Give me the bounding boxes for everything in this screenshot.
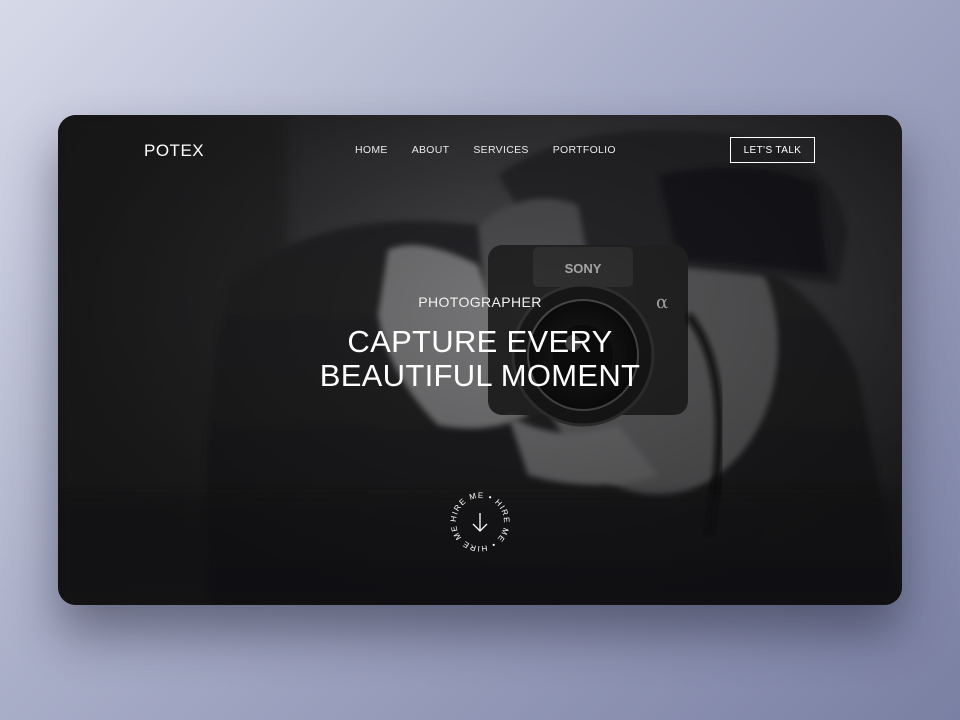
hire-me-ring-text: HIRE ME • HIRE ME • HIRE ME •	[445, 487, 510, 553]
hero-eyebrow: PHOTOGRAPHER	[418, 294, 542, 310]
hero-headline: CAPTURE EVERY BEAUTIFUL MOMENT	[58, 325, 902, 393]
headline-line-1: CAPTURE EVERY	[347, 324, 613, 359]
arrow-down-icon	[472, 513, 488, 532]
nav-item-services[interactable]: SERVICES	[473, 144, 528, 156]
svg-text:HIRE ME • HIRE ME • HIRE ME •: HIRE ME • HIRE ME • HIRE ME •	[445, 487, 511, 553]
nav-item-home[interactable]: HOME	[355, 144, 388, 156]
brand-logo[interactable]: POTEX	[144, 141, 204, 161]
lets-talk-button[interactable]: LET'S TALK	[730, 137, 815, 163]
nav-item-about[interactable]: ABOUT	[412, 144, 450, 156]
nav-item-portfolio[interactable]: PORTFOLIO	[553, 144, 616, 156]
top-nav: POTEX HOME ABOUT SERVICES PORTFOLIO LET'…	[58, 137, 902, 165]
hire-me-badge[interactable]: HIRE ME • HIRE ME • HIRE ME •	[445, 487, 515, 557]
headline-line-2: BEAUTIFUL MOMENT	[319, 358, 641, 393]
nav-menu: HOME ABOUT SERVICES PORTFOLIO	[355, 144, 616, 156]
hero-card: SONY α POTEX HOME ABOUT SERVICES PORTFOL…	[58, 115, 902, 605]
